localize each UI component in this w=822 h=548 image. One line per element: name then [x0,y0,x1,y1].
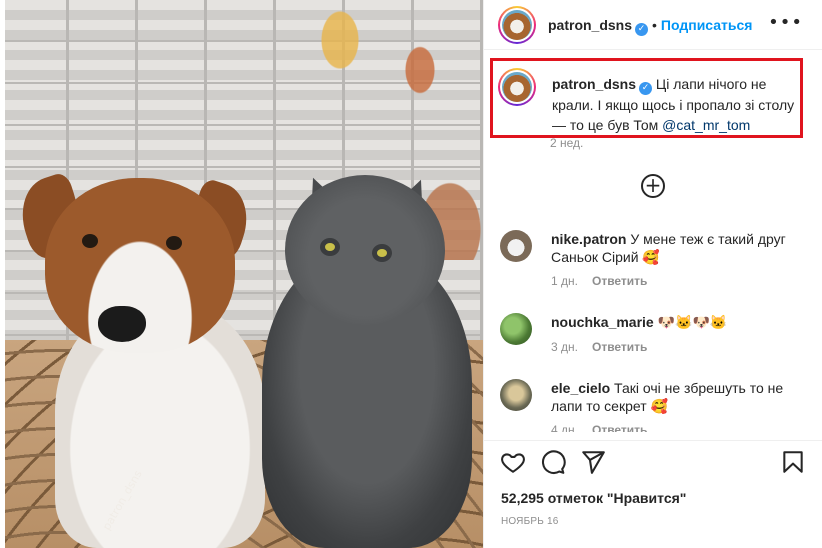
comment-username[interactable]: nike.patron [551,231,626,247]
comment-text: 🐶🐱🐶🐱 [657,314,728,330]
post-caption: patron_dsns ✓ Ці лапи нічого не крали. І … [552,74,802,135]
caption-username[interactable]: patron_dsns [552,76,636,92]
dog-nose [98,306,146,342]
verified-badge-icon: ✓ [635,23,649,36]
load-more-comments-icon[interactable]: + [641,174,665,198]
comment-age: 3 дн. [551,340,578,354]
caption-verified-icon: ✓ [639,82,653,95]
more-options-icon[interactable]: ••• [768,12,803,33]
comment-meta: 1 дн. Ответить [551,274,647,288]
comment-username[interactable]: ele_cielo [551,380,610,396]
comment-item: nouchka_marie 🐶🐱🐶🐱 3 дн. Ответить [500,313,810,363]
separator-dot: • [652,17,657,33]
comment-avatar[interactable] [500,313,532,345]
caption-age: 2 нед. [550,136,584,150]
follow-button[interactable]: Подписаться [661,17,753,33]
dog-eye-left [82,234,98,248]
header-username[interactable]: patron_dsns [548,17,632,33]
reply-button[interactable]: Ответить [592,274,647,288]
reply-button[interactable]: Ответить [592,340,647,354]
comment-age: 1 дн. [551,274,578,288]
post-photo[interactable]: patron_dsns [0,0,483,548]
action-bar [484,440,822,484]
comment-avatar[interactable] [500,230,532,262]
comment-item: nike.patron У мене теж є такий друг Сань… [500,230,810,290]
reply-button[interactable]: Ответить [592,423,647,432]
photo-edge [0,0,5,548]
caption-author-avatar[interactable] [498,68,536,106]
comment-item: ele_cielo Такі очі не збрешуть то не лап… [500,379,810,432]
author-avatar[interactable] [498,6,536,44]
post-header: patron_dsns ✓ • Подписаться ••• [484,0,822,50]
comment-avatar[interactable] [500,379,532,411]
comment-meta: 4 дн. Ответить [551,423,647,432]
comment-body: ele_cielo Такі очі не збрешуть то не лап… [551,379,810,415]
likes-count[interactable]: 52,295 отметок "Нравится" [501,490,686,506]
bookmark-icon[interactable] [780,449,808,477]
comment-body: nike.patron У мене теж є такий друг Сань… [551,230,811,266]
post-sidebar: patron_dsns ✓ • Подписаться ••• patron_dsns… [483,0,822,548]
comment-icon[interactable] [540,449,568,477]
caption-mention-link[interactable]: @cat_mr_tom [662,117,750,133]
dog-eye-right [166,236,182,250]
heart-icon[interactable] [500,449,528,477]
header-meta: patron_dsns ✓ • Подписаться [548,17,752,36]
cat-eye-right [372,244,392,262]
cat-head [285,175,445,325]
share-icon[interactable] [580,449,608,477]
comment-meta: 3 дн. Ответить [551,340,647,354]
comment-body: nouchka_marie 🐶🐱🐶🐱 [551,313,811,331]
comment-username[interactable]: nouchka_marie [551,314,654,330]
comment-age: 4 дн. [551,423,578,432]
cat-eye-left [320,238,340,256]
post-date: НОЯБРЬ 16 [501,516,559,527]
